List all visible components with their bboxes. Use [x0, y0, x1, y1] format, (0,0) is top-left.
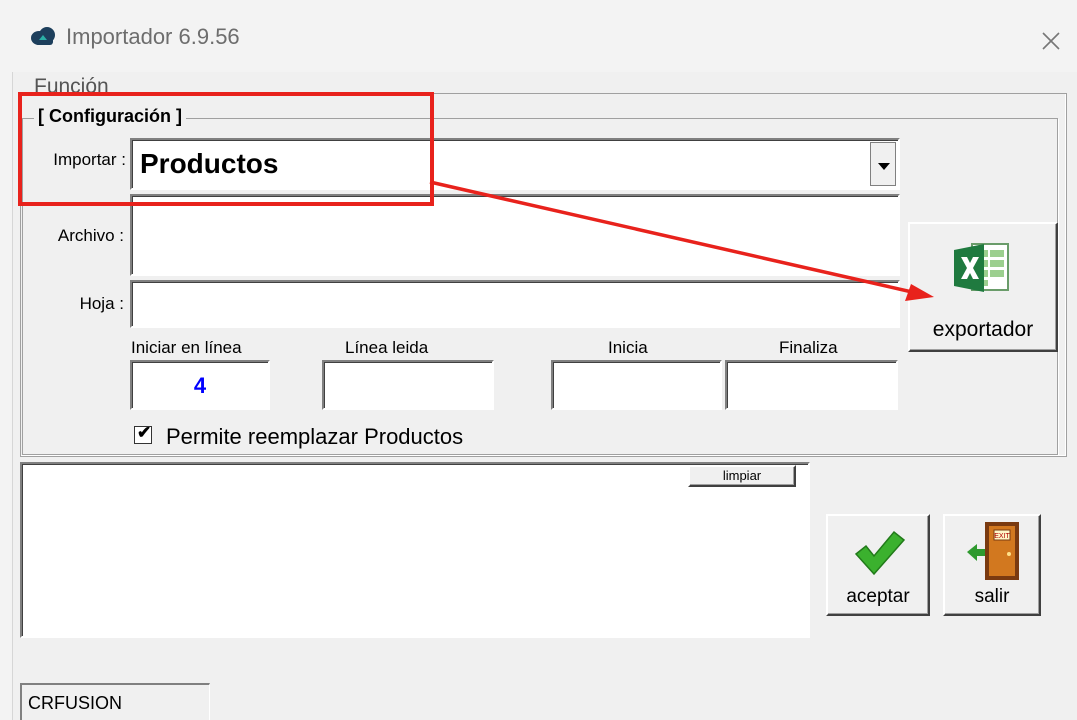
status-text: CRFUSION [28, 693, 122, 713]
limpiar-button[interactable]: limpiar [688, 465, 796, 487]
linea-leida-field[interactable] [322, 360, 494, 410]
checkmark-icon [854, 530, 906, 576]
excel-icon [954, 243, 1009, 292]
importar-label: Importar : [53, 150, 126, 169]
dropdown-button[interactable] [870, 142, 896, 186]
menu-funcion[interactable]: Función [34, 72, 109, 92]
hoja-label: Hoja : [79, 294, 124, 313]
window-title: Importador 6.9.56 [66, 24, 240, 49]
inicia-header: Inicia [608, 338, 648, 357]
aceptar-label: aceptar [846, 586, 910, 607]
config-legend: [ Configuración ] [34, 104, 186, 128]
limpiar-label: limpiar [722, 468, 762, 483]
chevron-down-icon [878, 163, 890, 170]
salir-button[interactable]: EXIT salir [943, 514, 1041, 616]
iniciar-header: Iniciar en línea [131, 338, 242, 357]
importar-select[interactable]: Productos [130, 138, 900, 190]
salir-label: salir [974, 586, 1010, 607]
importar-value: Productos [140, 148, 279, 179]
close-icon[interactable] [1030, 20, 1070, 60]
checkbox-label[interactable]: Permite reemplazar Productos [166, 424, 463, 450]
exit-door-icon: EXIT [967, 522, 1019, 580]
svg-text:EXIT: EXIT [994, 533, 1010, 540]
aceptar-button[interactable]: aceptar [826, 514, 930, 616]
finaliza-header: Finaliza [779, 338, 838, 357]
iniciar-value: 4 [193, 373, 207, 398]
cloud-app-icon [31, 27, 55, 45]
status-bar: CRFUSION [20, 683, 210, 720]
inicia-field[interactable] [551, 360, 722, 410]
exportador-button[interactable]: exportador [908, 222, 1058, 352]
replace-checkbox[interactable]: ✔ [134, 423, 152, 444]
exportador-label: exportador [932, 318, 1034, 341]
finaliza-field[interactable] [725, 360, 898, 410]
iniciar-field[interactable]: 4 [130, 360, 270, 410]
checkbox-check-icon: ✔ [137, 423, 152, 442]
linea-leida-header: Línea leida [345, 338, 429, 357]
archivo-field[interactable] [130, 194, 900, 276]
hoja-field[interactable] [130, 280, 900, 328]
archivo-label: Archivo : [57, 226, 124, 245]
log-area[interactable] [20, 462, 810, 638]
